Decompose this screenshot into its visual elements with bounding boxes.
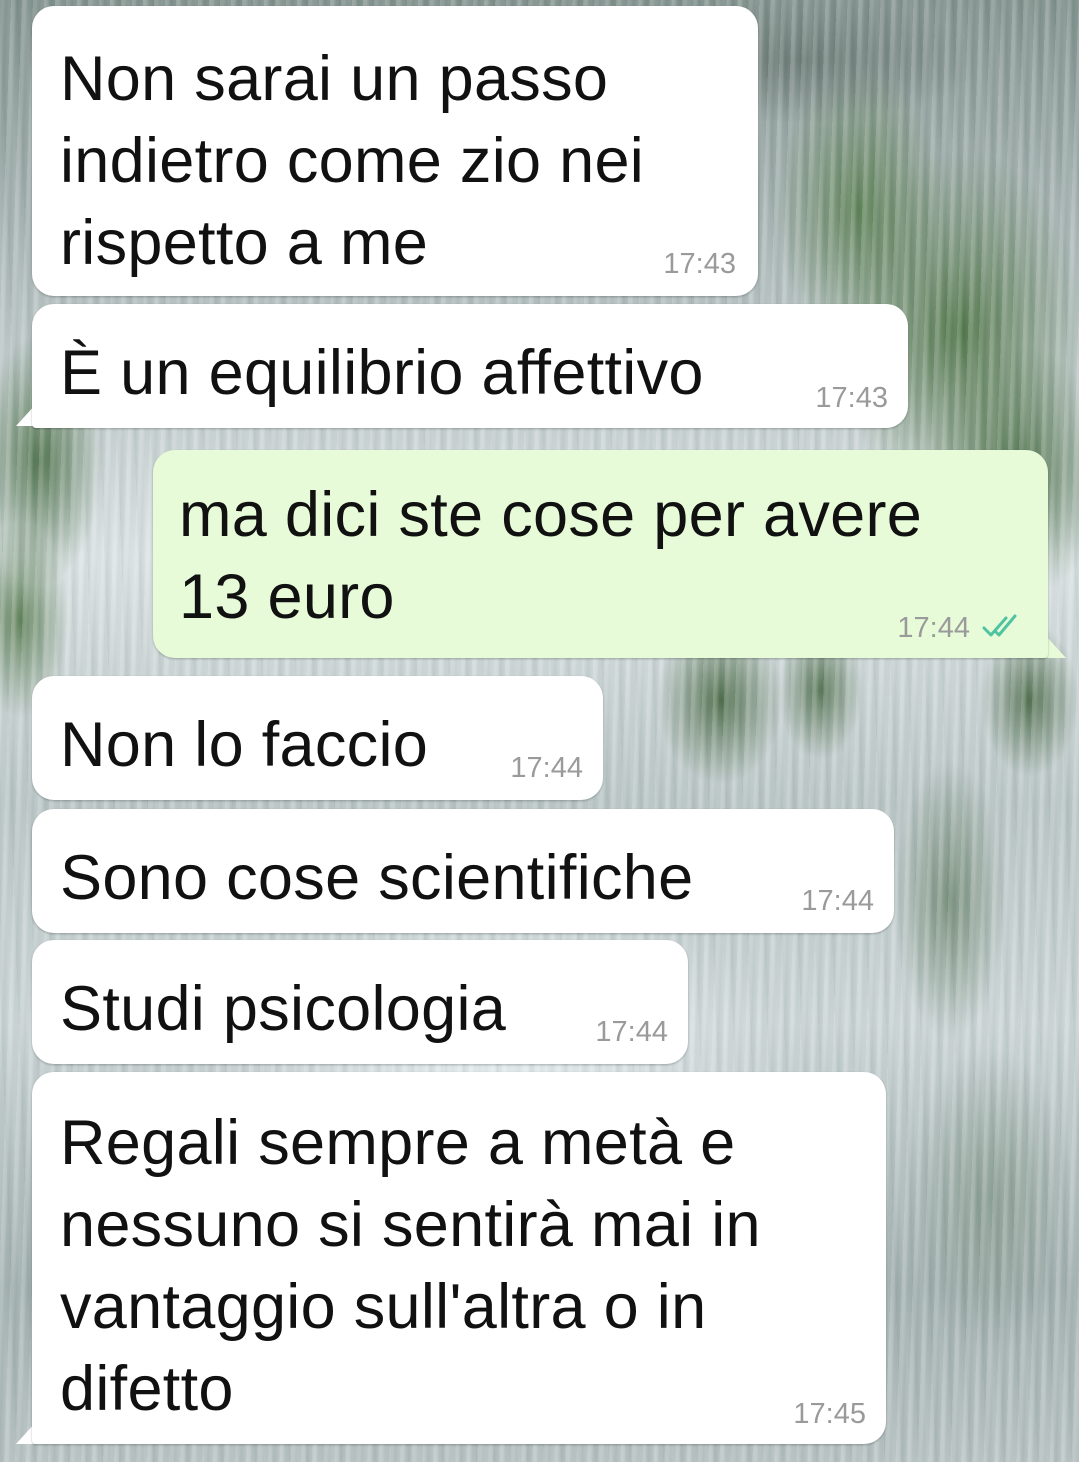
message-text: Studi psicologia — [60, 974, 507, 1044]
message-text: Sono cose scientifiche — [60, 843, 694, 913]
message-text: Non lo faccio — [60, 710, 429, 780]
message-text: Non sarai un passo indietro come zio nei… — [60, 44, 645, 278]
message-bubble-incoming[interactable]: Non lo faccio 17:44 — [32, 676, 603, 800]
message-timestamp: 17:44 — [801, 885, 874, 917]
message-timestamp: 17:44 — [510, 752, 583, 784]
message-text: ma dici ste cose per avere 13 euro — [179, 480, 923, 632]
message-timestamp: 17:45 — [793, 1398, 866, 1430]
message-timestamp: 17:43 — [815, 382, 888, 414]
message-timestamp: 17:44 — [897, 612, 970, 644]
bubble-tail — [1046, 636, 1066, 658]
message-bubble-incoming[interactable]: È un equilibrio affettivo 17:43 — [32, 304, 908, 428]
message-timestamp: 17:44 — [595, 1016, 668, 1048]
message-timestamp: 17:43 — [663, 248, 736, 280]
message-bubble-incoming[interactable]: Regali sempre a metà e nessuno si sentir… — [32, 1072, 886, 1444]
message-bubble-incoming[interactable]: Sono cose scientifiche 17:44 — [32, 809, 894, 933]
message-bubble-incoming[interactable]: Non sarai un passo indietro come zio nei… — [32, 6, 758, 296]
message-bubble-incoming[interactable]: Studi psicologia 17:44 — [32, 940, 688, 1064]
double-check-read-icon — [982, 614, 1017, 637]
message-thread[interactable]: Non sarai un passo indietro come zio nei… — [0, 0, 1079, 1462]
message-bubble-outgoing[interactable]: ma dici ste cose per avere 13 euro 17:44 — [153, 450, 1048, 658]
message-text: È un equilibrio affettivo — [60, 338, 704, 408]
message-text: Regali sempre a metà e nessuno si sentir… — [60, 1108, 761, 1424]
